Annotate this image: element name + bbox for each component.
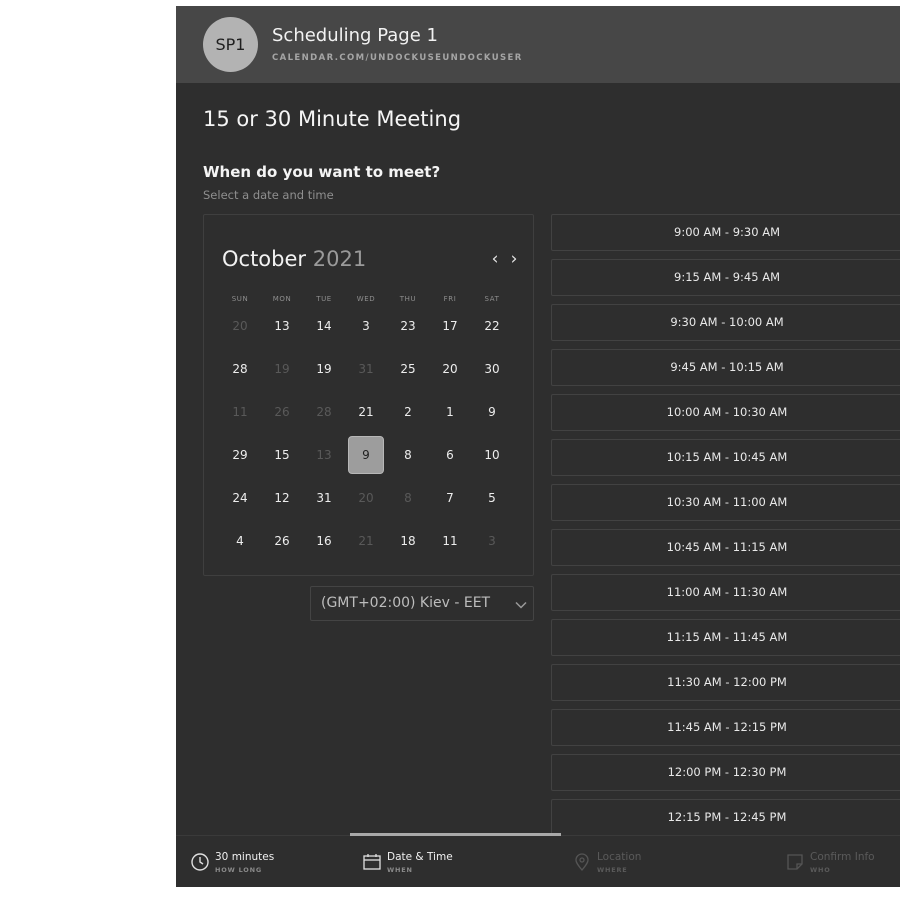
weekday-label: SAT [484, 295, 500, 303]
step-label: Location [597, 851, 642, 863]
weekday-label: WED [356, 295, 376, 303]
time-slot-button[interactable]: 10:00 AM - 10:30 AM [551, 394, 900, 431]
calendar-day[interactable]: 30 [474, 350, 510, 388]
calendar-day[interactable]: 28 [222, 350, 258, 388]
calendar-day[interactable]: 7 [432, 479, 468, 517]
calendar-day[interactable]: 5 [474, 479, 510, 517]
time-slot-button[interactable]: 9:30 AM - 10:00 AM [551, 304, 900, 341]
meeting-title: 15 or 30 Minute Meeting [203, 107, 462, 131]
calendar-icon [363, 854, 381, 870]
calendar-day: 31 [358, 362, 374, 376]
calendar-day[interactable]: 1 [432, 393, 468, 431]
step-navigation-bar: 30 minutes HOW LONG Date & Time WHEN Loc… [176, 835, 900, 887]
calendar-day: 19 [274, 362, 290, 376]
section-instruction: Select a date and time [203, 188, 334, 202]
scheduling-page-title: Scheduling Page 1 [272, 25, 438, 46]
timezone-select[interactable]: (GMT+02:00) Kiev - EET [310, 586, 534, 621]
time-slot-button[interactable]: 9:00 AM - 9:30 AM [551, 214, 900, 251]
calendar-day[interactable]: 20 [432, 350, 468, 388]
date-picker-calendar: October 2021 ‹ › SUN MON TUE WED THU FRI SAT 2… [203, 214, 534, 576]
calendar-day[interactable]: 15 [264, 436, 300, 474]
calendar-day[interactable]: 19 [306, 350, 342, 388]
timezone-label: (GMT+02:00) Kiev - EET [321, 595, 491, 611]
weekday-label: THU [399, 295, 417, 303]
calendar-day[interactable]: 18 [390, 522, 426, 560]
time-slot-button[interactable]: 12:00 PM - 12:30 PM [551, 754, 900, 791]
calendar-year: 2021 [312, 247, 367, 271]
time-slot-button[interactable]: 11:15 AM - 11:45 AM [551, 619, 900, 656]
calendar-day[interactable]: 11 [432, 522, 468, 560]
time-slot-button[interactable]: 10:15 AM - 10:45 AM [551, 439, 900, 476]
calendar-month: October [222, 247, 307, 271]
calendar-day: 20 [232, 319, 248, 333]
calendar-day-selected[interactable]: 9 [348, 436, 384, 474]
step-sublabel: HOW LONG [215, 866, 263, 874]
time-slot-button[interactable]: 9:45 AM - 10:15 AM [551, 349, 900, 386]
weekday-label: FRI [443, 295, 457, 303]
time-slot-button[interactable]: 11:30 AM - 12:00 PM [551, 664, 900, 701]
calendar-day[interactable]: 13 [264, 307, 300, 345]
avatar: SP1 [203, 17, 258, 72]
page-header: SP1 Scheduling Page 1 CALENDAR.COM/UNDOC… [176, 6, 900, 83]
calendar-day[interactable]: 25 [390, 350, 426, 388]
calendar-day[interactable]: 14 [306, 307, 342, 345]
calendar-day[interactable]: 31 [306, 479, 342, 517]
calendar-day: 13 [316, 448, 332, 462]
chevron-right-icon[interactable]: › [505, 249, 523, 269]
weekday-label: TUE [316, 295, 332, 303]
time-slot-button[interactable]: 9:15 AM - 9:45 AM [551, 259, 900, 296]
calendar-day[interactable]: 24 [222, 479, 258, 517]
chevron-down-icon [515, 601, 527, 609]
calendar-day: 8 [404, 491, 412, 505]
time-slot-button[interactable]: 10:30 AM - 11:00 AM [551, 484, 900, 521]
step-sublabel: WHERE [597, 866, 628, 874]
time-slot-button[interactable]: 12:15 PM - 12:45 PM [551, 799, 900, 836]
calendar-day[interactable]: 4 [222, 522, 258, 560]
calendar-day[interactable]: 16 [306, 522, 342, 560]
weekday-label: MON [272, 295, 292, 303]
calendar-day[interactable]: 26 [264, 522, 300, 560]
step-label: Confirm Info [810, 851, 875, 863]
calendar-day: 26 [274, 405, 290, 419]
calendar-day[interactable]: 17 [432, 307, 468, 345]
location-pin-icon [575, 853, 589, 872]
weekday-label: SUN [231, 295, 249, 303]
calendar-day: 28 [316, 405, 332, 419]
calendar-day: 11 [232, 405, 248, 419]
calendar-day[interactable]: 12 [264, 479, 300, 517]
calendar-day: 20 [358, 491, 374, 505]
step-location[interactable]: Location WHERE [572, 836, 702, 887]
calendar-day[interactable]: 23 [390, 307, 426, 345]
step-label: Date & Time [387, 851, 453, 863]
time-slot-button[interactable]: 11:00 AM - 11:30 AM [551, 574, 900, 611]
calendar-day[interactable]: 8 [390, 436, 426, 474]
calendar-day: 21 [358, 534, 374, 548]
calendar-day[interactable]: 2 [390, 393, 426, 431]
calendar-day[interactable]: 3 [348, 307, 384, 345]
chevron-left-icon[interactable]: ‹ [486, 249, 504, 269]
step-date-time[interactable]: Date & Time WHEN [362, 836, 492, 887]
step-label: 30 minutes [215, 851, 275, 863]
calendar-day[interactable]: 22 [474, 307, 510, 345]
calendar-month-year: October 2021 [222, 247, 366, 271]
calendar-day: 3 [488, 534, 496, 548]
step-sublabel: WHO [810, 866, 831, 874]
calendar-day[interactable]: 29 [222, 436, 258, 474]
step-confirm-info[interactable]: Confirm Info WHO [785, 836, 897, 887]
time-slot-button[interactable]: 11:45 AM - 12:15 PM [551, 709, 900, 746]
time-slot-button[interactable]: 10:45 AM - 11:15 AM [551, 529, 900, 566]
active-step-indicator [350, 833, 561, 836]
section-question: When do you want to meet? [203, 163, 441, 181]
scheduling-page-url: CALENDAR.COM/UNDOCKUSEUNDOCKUSER [272, 53, 523, 63]
clock-icon [191, 853, 209, 871]
step-sublabel: WHEN [387, 866, 413, 874]
scheduling-page: SP1 Scheduling Page 1 CALENDAR.COM/UNDOC… [176, 6, 900, 887]
calendar-day[interactable]: 21 [348, 393, 384, 431]
calendar-day[interactable]: 9 [474, 393, 510, 431]
note-icon [787, 854, 803, 870]
calendar-day[interactable]: 6 [432, 436, 468, 474]
calendar-day[interactable]: 10 [474, 436, 510, 474]
step-how-long[interactable]: 30 minutes HOW LONG [190, 836, 320, 887]
